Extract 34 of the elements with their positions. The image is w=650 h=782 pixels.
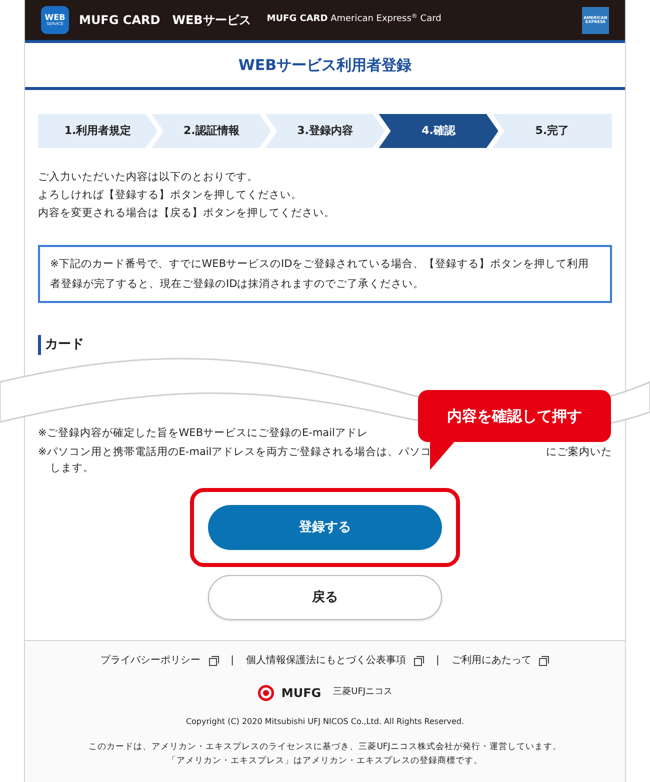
card-name: MUFG CARD American Express$^{®}$ Card [266, 13, 442, 26]
footer-link[interactable]: ご利用にあたって [451, 653, 550, 668]
note-text: します。 [49, 461, 95, 476]
nicos-logo-text: 三菱UFJニコス [333, 686, 393, 700]
progress-step: 3.登録内容 [265, 114, 385, 148]
progress-step: 1.利用者規定 [38, 114, 158, 148]
copyright: Copyright (C) 2020 Mitsubishi UFJ NICOS Co.,Ltd. All Rights Reserved. [186, 716, 464, 728]
external-link-icon [539, 656, 550, 666]
back-button[interactable]: 戻る [208, 575, 442, 620]
note-text: にご案内いた [546, 445, 612, 460]
intro-text: よろしければ【登録する】ボタンを押してください。 [38, 188, 303, 203]
mufg-logo-text: MUFG [281, 685, 322, 702]
mufg-mark-icon [257, 684, 276, 702]
progress-step: 4.確認 [378, 114, 498, 148]
note-text: ※ご登録内容が確定した旨をWEBサービスにご登録のE-mailアドレ [38, 426, 368, 441]
note-text: ※パソコン用と携帯電話用のE-mailアドレスを両方ご登録される場合は、パソコ [38, 445, 432, 460]
disclaimer-text: 「アメリカン・エキスプレス」はアメリカン・エキスプレスの登録商標です。 [168, 754, 482, 768]
page-title: WEBサービス利用者登録 [238, 54, 412, 76]
brand-title: MUFG CARD WEBサービス [79, 12, 251, 29]
separator: | [230, 654, 234, 668]
intro-text: 内容を変更される場合は【戻る】ボタンを押してください。 [38, 206, 336, 221]
external-link-icon [208, 656, 219, 666]
footer-link[interactable]: 個人情報保護法にもとづく公表事項 [246, 653, 424, 668]
logo-text: WEB [44, 14, 66, 22]
intro-text: ご入力いただいた内容は以下のとおりです。 [38, 170, 259, 185]
external-link-icon [414, 656, 424, 666]
progress-step: 2.認証情報 [152, 114, 272, 148]
progress-step: 5.完了 [492, 114, 612, 148]
disclaimer-text: このカードは、アメリカン・エキスプレスのライセンスに基づき、三菱UFJニコス株式会社が発行・運営しています。 [88, 740, 562, 754]
notice-box: ※下記のカード番号で、すでにWEBサービスのIDをご登録されている場合、【登録する】ボタンを押して利用者登録が完了すると、現在ご登録のIDは抹消されますのでご了承ください。 [38, 245, 612, 303]
register-button[interactable]: 登録する [208, 505, 442, 550]
section-heading: カード [45, 336, 84, 354]
separator: | [436, 654, 440, 668]
footer-link[interactable]: プライバシーポリシー [100, 653, 219, 668]
